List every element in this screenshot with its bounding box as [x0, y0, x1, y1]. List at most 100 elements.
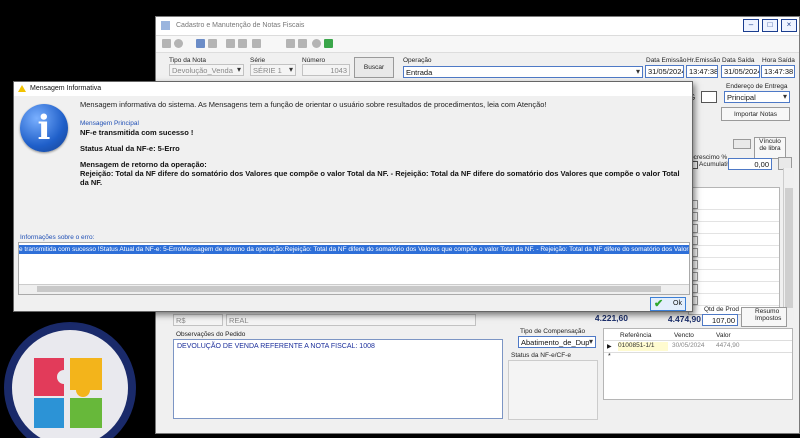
items-grid[interactable]	[688, 187, 780, 315]
vinculo-button[interactable]: Vínculo de libra	[754, 137, 786, 159]
qtd-prod-label: Qtd de Prod	[704, 306, 740, 313]
moeda-nome-field: REAL	[226, 314, 476, 326]
error-log-box[interactable]: e transmitida com sucesso !Status Atual …	[18, 242, 690, 295]
calculator-icon[interactable]	[238, 39, 247, 48]
card-icon[interactable]	[701, 91, 717, 103]
status-nfe-label: Status da NF-e/CF-e	[511, 352, 571, 359]
endereco-entrega-label: Endereço de Entrega	[726, 83, 788, 90]
block-icon[interactable]	[312, 39, 321, 48]
serie-field[interactable]: SÉRIE 1	[250, 64, 296, 76]
row-pointer-icon: ▶	[607, 344, 612, 350]
data-saida-label: Data Saída	[722, 57, 755, 64]
minimize-button[interactable]: –	[743, 19, 759, 32]
download-icon[interactable]	[324, 39, 333, 48]
vertical-scrollbar[interactable]	[783, 168, 794, 320]
ok-label: Ok	[673, 300, 682, 307]
dialog-title: Mensagem Informativa	[30, 85, 102, 92]
grid-row[interactable]	[689, 270, 779, 282]
close-button[interactable]: ×	[781, 19, 797, 32]
operacao-field[interactable]: Entrada	[403, 66, 643, 78]
grid-row[interactable]	[689, 222, 779, 234]
tipo-nota-field[interactable]: Devolução_Venda	[169, 64, 244, 76]
referencia-table[interactable]: Referência Vencto Valor ▶ 0100851-1/1 30…	[603, 328, 793, 400]
col-valor: Valor	[716, 332, 731, 339]
col-referencia: Referência	[620, 332, 652, 339]
hora-saida-field[interactable]: 13:47:38	[761, 65, 795, 78]
scroll-thumb[interactable]	[785, 188, 793, 308]
observacoes-field[interactable]: DEVOLUÇÃO DE VENDA REFERENTE A NOTA FISC…	[173, 339, 503, 419]
hr-emissao-field[interactable]: 13:47:38	[686, 65, 718, 78]
numero-field[interactable]: 1043	[302, 64, 350, 76]
cell-referencia[interactable]: 0100851-1/1	[618, 342, 668, 351]
app-icon	[161, 21, 170, 30]
principal-message: NF-e transmitida com sucesso !	[80, 128, 194, 137]
search-card-button[interactable]	[733, 139, 751, 149]
main-titlebar: Cadastro e Manutenção de Notas Fiscais –…	[156, 17, 799, 36]
status-nfe-field	[508, 360, 598, 420]
total-1: 4.221,60	[594, 313, 628, 323]
dialog-titlebar: Mensagem Informativa	[14, 82, 692, 96]
grid-row[interactable]	[689, 294, 779, 306]
ok-button[interactable]: ✔ Ok	[650, 297, 686, 311]
resumo-impostos-label: Resumo Impostos	[755, 308, 782, 322]
resumo-impostos-button[interactable]: Resumo Impostos	[741, 307, 787, 327]
warning-icon	[18, 85, 26, 92]
table-row[interactable]: ▶ 0100851-1/1 30/05/2024 4474,90	[604, 340, 792, 353]
moeda-field: R$	[173, 314, 223, 326]
tipo-compensacao-field[interactable]: Abatimento_de_Dup	[518, 336, 596, 348]
grid-row[interactable]	[689, 246, 779, 258]
status-message: Status Atual da NF-e: 5-Erro	[80, 144, 180, 153]
print-icon[interactable]	[252, 39, 261, 48]
grid-row[interactable]	[689, 210, 779, 222]
endereco-entrega-field[interactable]: Principal	[724, 91, 790, 103]
cell-vencto[interactable]: 30/05/2024	[672, 342, 705, 349]
observacoes-label: Observações do Pedido	[176, 331, 246, 338]
retorno-title: Mensagem de retorno da operação:	[80, 160, 207, 169]
window-controls: – □ ×	[743, 19, 797, 32]
gear-icon[interactable]	[174, 39, 183, 48]
toolbar	[156, 36, 799, 53]
cell-valor[interactable]: 4474,90	[716, 342, 740, 349]
maximize-button[interactable]: □	[762, 19, 778, 32]
data-emissao-field[interactable]: 31/05/2024	[645, 65, 684, 78]
retorno-message: Rejeição: Total da NF difere do somatóri…	[80, 169, 680, 187]
dialog-header-text: Mensagem informativa do sistema. As Mens…	[80, 100, 547, 109]
scroll-thumb[interactable]	[37, 286, 661, 292]
new-icon[interactable]	[162, 39, 171, 48]
grid-row[interactable]	[689, 282, 779, 294]
col-vencto: Vencto	[674, 332, 694, 339]
lock-icon[interactable]	[298, 39, 307, 48]
new-row-icon: *	[608, 353, 611, 360]
qtd-prod-field: 107,00	[702, 314, 738, 326]
acrescimo-field[interactable]: 0,00	[728, 158, 772, 170]
importar-notas-button[interactable]: Importar Notas	[721, 107, 790, 121]
folder-icon[interactable]	[286, 39, 295, 48]
info-section-title: Informações sobre o erro:	[20, 234, 95, 241]
main-window-title: Cadastro e Manutenção de Notas Fiscais	[176, 22, 305, 29]
data-saida-field[interactable]: 31/05/2024	[721, 65, 760, 78]
numero-label: Número	[302, 57, 326, 64]
hr-emissao-label: Hr.Emissão	[687, 57, 721, 64]
observacoes-text: DEVOLUÇÃO DE VENDA REFERENTE A NOTA FISC…	[177, 343, 375, 350]
undo-icon[interactable]	[208, 39, 217, 48]
grid-row[interactable]	[689, 198, 779, 210]
operacao-label: Operação	[403, 57, 432, 64]
importar-notas-label: Importar Notas	[734, 111, 777, 118]
horizontal-scrollbar[interactable]	[19, 284, 689, 294]
hora-saida-label: Hora Saída	[762, 57, 795, 64]
error-log-line[interactable]: e transmitida com sucesso !Status Atual …	[19, 245, 689, 254]
copy-icon[interactable]	[226, 39, 235, 48]
tipo-compensacao-label: Tipo de Compensação	[520, 328, 586, 335]
puzzle-logo	[4, 322, 136, 438]
total-2: 4.474,90	[667, 314, 701, 324]
buscar-button[interactable]: Buscar	[354, 57, 394, 78]
data-emissao-label: Data Emissão	[646, 57, 687, 64]
tipo-nota-label: Tipo da Nota	[169, 57, 206, 64]
principal-section-title: Mensagem Principal	[80, 120, 139, 127]
grid-row[interactable]	[689, 234, 779, 246]
save-icon[interactable]	[196, 39, 205, 48]
vinculo-label: Vínculo de libra	[759, 138, 781, 152]
info-icon: i	[20, 104, 68, 152]
grid-row[interactable]	[689, 258, 779, 270]
buscar-label: Buscar	[363, 64, 385, 71]
